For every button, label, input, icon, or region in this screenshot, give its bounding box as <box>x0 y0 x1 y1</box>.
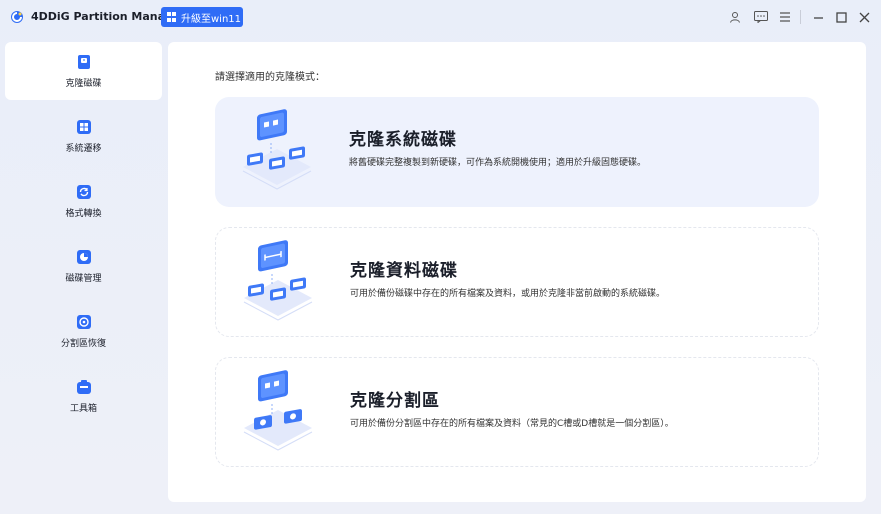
minimize-icon[interactable] <box>810 9 826 25</box>
menu-icon[interactable] <box>777 9 793 25</box>
title-bar: 4DDiG Partition Manager 升級至win11 <box>0 0 881 34</box>
maximize-icon[interactable] <box>833 9 849 25</box>
data-disk-illustration-icon <box>243 240 313 321</box>
sidebar-item-label: 克隆磁碟 <box>65 78 102 89</box>
user-icon[interactable] <box>727 9 743 25</box>
toolbox-icon <box>76 379 91 394</box>
sidebar-item-partition-recover[interactable]: 分割區恢復 <box>5 302 162 360</box>
sidebar: 克隆磁碟 系統遷移 格式轉換 磁碟管理 分割區恢復 工具箱 <box>5 42 162 502</box>
disk-manage-icon <box>76 249 91 264</box>
feedback-icon[interactable] <box>753 9 769 25</box>
card-title: 克隆分割區 <box>350 391 440 411</box>
sidebar-item-disk-manage[interactable]: 磁碟管理 <box>5 237 162 295</box>
card-title: 克隆系統磁碟 <box>349 130 457 150</box>
system-disk-illustration-icon <box>242 109 312 190</box>
titlebar-divider <box>800 10 801 24</box>
card-title: 克隆資料磁碟 <box>350 261 458 281</box>
clone-disk-icon <box>77 54 90 69</box>
sidebar-item-label: 工具箱 <box>69 403 97 414</box>
sidebar-item-label: 格式轉換 <box>65 208 102 219</box>
sidebar-item-label: 磁碟管理 <box>65 273 102 284</box>
partition-illustration-icon <box>243 370 313 451</box>
clone-partition-card[interactable]: 克隆分割區 可用於備份分割區中存在的所有檔案及資料（常見的C槽或D槽就是一個分割… <box>215 357 819 467</box>
sidebar-item-clone-disk[interactable]: 克隆磁碟 <box>5 42 162 100</box>
card-description: 將舊硬碟完整複製到新硬碟，可作為系統開機使用；適用於升級固態硬碟。 <box>349 158 647 168</box>
clone-data-disk-card[interactable]: 克隆資料磁碟 可用於備份磁碟中存在的所有檔案及資料，或用於克隆非當前啟動的系統磁… <box>215 227 819 337</box>
close-icon[interactable] <box>856 9 872 25</box>
sidebar-item-system-migrate[interactable]: 系統遷移 <box>5 107 162 165</box>
main-panel: 請選擇適用的克隆模式： 克隆系統磁碟 將舊硬碟完整複製到新硬碟，可作為系統開機使… <box>168 42 866 502</box>
system-migrate-icon <box>76 119 91 134</box>
clone-system-disk-card[interactable]: 克隆系統磁碟 將舊硬碟完整複製到新硬碟，可作為系統開機使用；適用於升級固態硬碟。 <box>215 97 819 207</box>
sidebar-item-label: 系統遷移 <box>65 143 102 154</box>
sidebar-item-format-convert[interactable]: 格式轉換 <box>5 172 162 230</box>
windows-icon <box>167 12 177 22</box>
format-convert-icon <box>76 184 91 199</box>
app-logo-icon <box>11 11 23 23</box>
sidebar-item-toolbox[interactable]: 工具箱 <box>5 367 162 425</box>
upgrade-label: 升級至win11 <box>181 13 242 25</box>
sidebar-item-label: 分割區恢復 <box>60 338 106 349</box>
upgrade-win11-button[interactable]: 升級至win11 <box>161 7 243 27</box>
card-description: 可用於備份分割區中存在的所有檔案及資料（常見的C槽或D槽就是一個分割區）。 <box>350 419 674 429</box>
partition-recover-icon <box>76 314 91 329</box>
card-description: 可用於備份磁碟中存在的所有檔案及資料，或用於克隆非當前啟動的系統磁碟。 <box>350 289 666 299</box>
clone-mode-prompt: 請選擇適用的克隆模式： <box>215 72 325 83</box>
